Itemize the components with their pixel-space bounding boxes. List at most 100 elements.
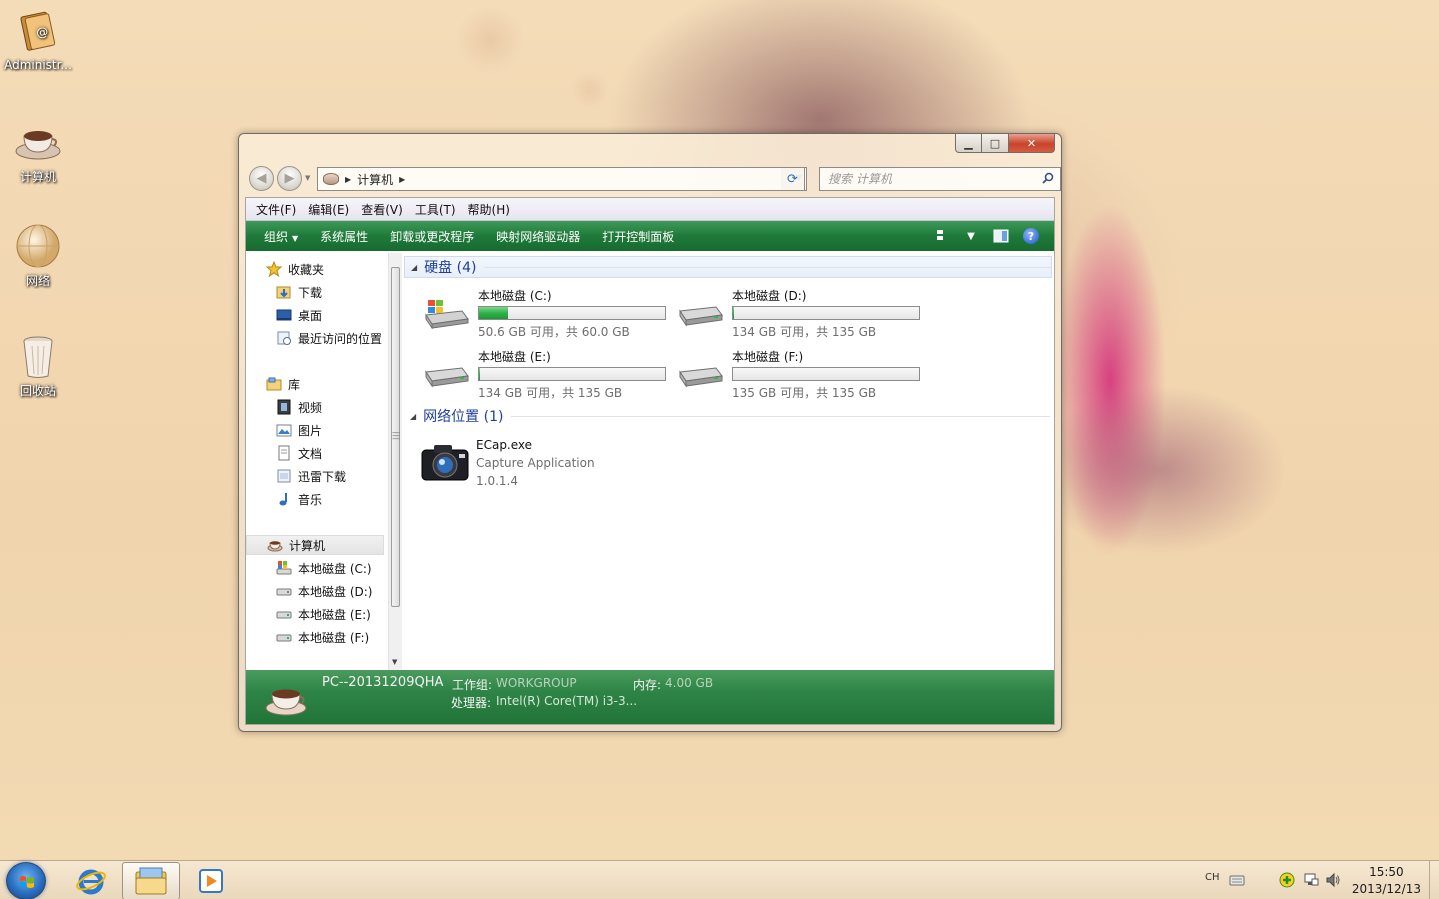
nav-label: 本地磁盘 (E:) bbox=[298, 607, 371, 622]
network-item-name: ECap.exe bbox=[476, 438, 533, 452]
hard-drive-icon bbox=[679, 306, 723, 327]
nav-computer[interactable]: 计算机 bbox=[246, 535, 384, 555]
nav-item-desktop[interactable]: 桌面 bbox=[246, 305, 386, 325]
forward-arrow-icon: ▶ bbox=[284, 171, 295, 186]
scrollbar-grip-icon: — — — bbox=[392, 428, 400, 443]
nav-item-pictures[interactable]: 图片 bbox=[246, 420, 386, 440]
recent-pages-dropdown-icon[interactable]: ▼ bbox=[305, 174, 310, 182]
nav-label: 迅雷下载 bbox=[298, 469, 347, 484]
taskbar-media-player[interactable] bbox=[182, 862, 240, 899]
help-button[interactable]: ? bbox=[1022, 227, 1040, 245]
security-shield-icon[interactable] bbox=[1279, 872, 1295, 888]
maximize-button[interactable]: □ bbox=[982, 134, 1009, 153]
search-box[interactable] bbox=[819, 167, 1061, 191]
nav-label: 本地磁盘 (F:) bbox=[298, 630, 370, 645]
workgroup-label: 工作组: bbox=[452, 678, 493, 692]
drive-space-info: 134 GB 可用，共 135 GB bbox=[478, 386, 623, 400]
nav-favorites[interactable]: 收藏夹 bbox=[246, 259, 386, 279]
collapse-triangle-icon[interactable]: ◢ bbox=[410, 412, 416, 421]
desktop-icon-administrator[interactable]: @ Administr... bbox=[0, 8, 76, 72]
breadcrumb-separator-icon[interactable]: ▶ bbox=[345, 175, 351, 184]
group-title: 硬盘 (4) bbox=[424, 260, 477, 276]
scroll-down-icon[interactable]: ▼ bbox=[392, 658, 397, 666]
menu-help[interactable]: 帮助(H) bbox=[462, 201, 516, 218]
star-icon bbox=[265, 260, 283, 278]
network-item-ecap[interactable]: ECap.exe Capture Application 1.0.1.4 bbox=[418, 438, 718, 492]
drive-f[interactable]: 本地磁盘 (F:) 135 GB 可用，共 135 GB bbox=[670, 348, 920, 400]
nav-label: 视频 bbox=[298, 400, 323, 415]
organize-button[interactable]: 组织 ▼ bbox=[256, 228, 306, 245]
library-icon bbox=[266, 376, 282, 392]
forward-button[interactable]: ▶ bbox=[277, 166, 302, 191]
nav-item-drive-f[interactable]: 本地磁盘 (F:) bbox=[246, 627, 386, 647]
group-header-hard-disks[interactable]: ◢ 硬盘 (4) bbox=[404, 256, 1052, 278]
uninstall-program-button[interactable]: 卸载或更改程序 bbox=[382, 228, 482, 245]
desktop-icon-recycle-bin[interactable]: 回收站 bbox=[0, 332, 76, 399]
nav-item-recent-places[interactable]: 最近访问的位置 bbox=[246, 328, 386, 348]
drive-usage-fill bbox=[733, 307, 735, 319]
drive-c[interactable]: 本地磁盘 (C:) 50.6 GB 可用，共 60.0 GB bbox=[416, 287, 666, 339]
desktop-icon-label: 回收站 bbox=[19, 384, 56, 398]
clock[interactable]: 15:50 2013/12/13 bbox=[1352, 864, 1421, 898]
nav-item-drive-e[interactable]: 本地磁盘 (E:) bbox=[246, 604, 386, 624]
drive-usage-fill bbox=[479, 307, 509, 319]
nav-item-videos[interactable]: 视频 bbox=[246, 397, 386, 417]
system-properties-button[interactable]: 系统属性 bbox=[312, 228, 376, 245]
menu-view[interactable]: 查看(V) bbox=[355, 201, 409, 218]
address-bar[interactable]: ▶ 计算机 ▶ ▼ bbox=[317, 167, 807, 191]
menu-file[interactable]: 文件(F) bbox=[250, 201, 302, 218]
memory-label: 内存: bbox=[633, 678, 662, 692]
nav-item-downloads[interactable]: 下载 bbox=[246, 282, 386, 302]
system-drive-icon bbox=[425, 300, 469, 329]
close-button[interactable]: ✕ bbox=[1009, 134, 1055, 153]
breadcrumb-separator-icon[interactable]: ▶ bbox=[399, 175, 405, 184]
menu-tools[interactable]: 工具(T) bbox=[409, 201, 462, 218]
nav-label: 下载 bbox=[298, 285, 323, 300]
internet-explorer-icon bbox=[76, 869, 106, 895]
nav-item-music[interactable]: 音乐 bbox=[246, 489, 386, 509]
organize-label: 组织 bbox=[264, 229, 289, 244]
nav-item-documents[interactable]: 文档 bbox=[246, 443, 386, 463]
open-control-panel-button[interactable]: 打开控制面板 bbox=[594, 228, 682, 245]
keyboard-icon[interactable] bbox=[1229, 872, 1245, 888]
desktop-icon-network[interactable]: 网络 bbox=[0, 222, 76, 289]
group-header-network-locations[interactable]: ◢ 网络位置 (1) bbox=[410, 405, 1050, 427]
library-folder-icon bbox=[276, 468, 292, 484]
view-options-dropdown-icon[interactable]: ▼ bbox=[962, 227, 980, 245]
preview-pane-icon[interactable] bbox=[992, 227, 1010, 245]
media-player-icon bbox=[199, 869, 223, 893]
volume-icon[interactable] bbox=[1325, 872, 1341, 888]
search-input[interactable] bbox=[828, 172, 1038, 186]
taskbar-internet-explorer[interactable] bbox=[62, 862, 120, 899]
navigation-scrollbar[interactable]: — — — ▼ bbox=[388, 253, 402, 670]
nav-item-drive-c[interactable]: 本地磁盘 (C:) bbox=[246, 558, 386, 578]
show-desktop-button[interactable] bbox=[1429, 861, 1439, 899]
collapse-triangle-icon[interactable]: ◢ bbox=[411, 263, 417, 272]
navigation-row: ◀ ▶ ▼ ▶ 计算机 ▶ ▼ ⟳ bbox=[247, 165, 1061, 191]
taskbar-windows-explorer[interactable] bbox=[122, 862, 180, 899]
drive-d[interactable]: 本地磁盘 (D:) 134 GB 可用，共 135 GB bbox=[670, 287, 920, 339]
nav-item-thunder-downloads[interactable]: 迅雷下载 bbox=[246, 466, 386, 486]
computer-icon bbox=[265, 689, 307, 716]
change-view-icon[interactable] bbox=[932, 227, 950, 245]
input-method-indicator[interactable]: CH bbox=[1205, 872, 1220, 883]
clock-time: 15:50 bbox=[1369, 865, 1404, 879]
minimize-button[interactable]: ▁ bbox=[955, 134, 982, 153]
map-network-drive-button[interactable]: 映射网络驱动器 bbox=[488, 228, 588, 245]
desktop-icon-computer[interactable]: 计算机 bbox=[0, 118, 76, 185]
menu-edit[interactable]: 编辑(E) bbox=[302, 201, 355, 218]
breadcrumb-computer[interactable]: 计算机 bbox=[357, 171, 393, 188]
start-button[interactable] bbox=[6, 862, 46, 899]
network-status-icon[interactable] bbox=[1303, 872, 1319, 888]
processor-value: Intel(R) Core(TM) i3-3... bbox=[496, 694, 638, 708]
nav-libraries[interactable]: 库 bbox=[246, 374, 386, 394]
memory-value: 4.00 GB bbox=[665, 676, 714, 690]
search-icon[interactable] bbox=[1042, 172, 1054, 184]
back-button[interactable]: ◀ bbox=[249, 166, 274, 191]
nav-item-drive-d[interactable]: 本地磁盘 (D:) bbox=[246, 581, 386, 601]
network-item-version: 1.0.1.4 bbox=[476, 474, 518, 488]
processor-label: 处理器: bbox=[451, 696, 492, 710]
refresh-button[interactable]: ⟳ bbox=[781, 167, 805, 191]
drive-e[interactable]: 本地磁盘 (E:) 134 GB 可用，共 135 GB bbox=[416, 348, 666, 400]
nav-label: 收藏夹 bbox=[288, 262, 325, 277]
